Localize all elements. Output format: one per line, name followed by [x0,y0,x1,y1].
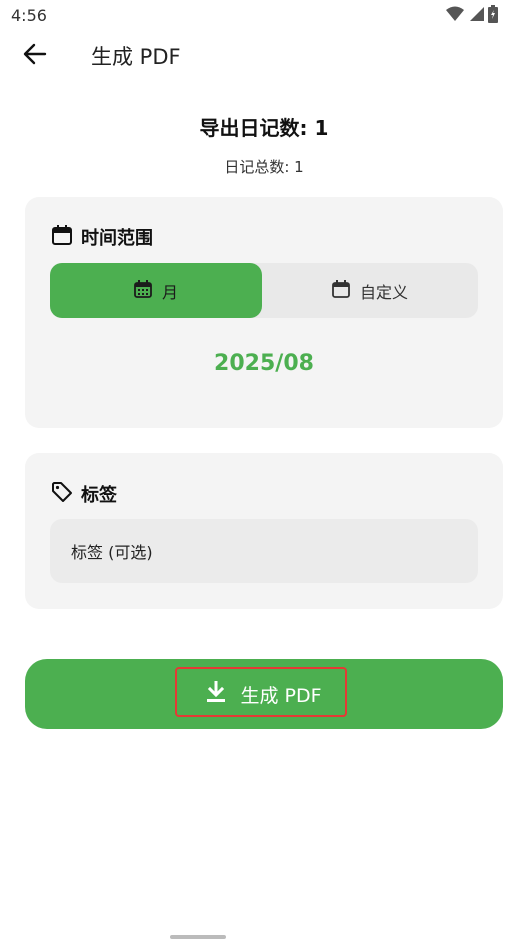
segment-custom-label: 自定义 [359,282,408,302]
range-segmented-control: 月 自定义 [50,263,478,318]
signal-icon [468,6,484,22]
segment-month[interactable]: 月 [50,263,262,318]
generate-pdf-content: 生成 PDF [25,659,503,729]
app-bar: 生成 PDF [0,30,528,80]
time-range-header: 时间范围 [51,224,153,250]
selected-range-value[interactable]: 2025/08 [25,351,503,376]
arrow-left-icon [23,43,47,69]
time-range-title: 时间范围 [81,228,153,249]
export-count-title: 导出日记数: 1 [199,116,329,140]
tags-input[interactable]: 标签 (可选) [50,519,478,583]
calendar-custom-icon [332,279,350,302]
calendar-icon [51,224,73,250]
tags-header: 标签 [51,481,117,507]
time-range-card: 时间范围 月 自定义 2025/08 [25,197,503,428]
generate-pdf-button[interactable]: 生成 PDF [25,659,503,729]
calendar-month-icon [134,279,152,302]
battery-icon [488,5,498,23]
page-title: 生成 PDF [91,45,181,69]
wifi-icon [446,6,464,22]
download-icon [206,680,226,708]
status-time: 4:56 [11,6,47,25]
segment-month-label: 月 [161,282,178,302]
generate-pdf-label: 生成 PDF [240,684,322,707]
back-button[interactable] [20,42,50,70]
tag-icon [51,481,73,507]
segment-custom[interactable]: 自定义 [262,263,478,318]
home-indicator [170,935,226,939]
tags-title: 标签 [81,485,117,506]
screen: 4:56 生成 PDF 导出日记数: 1 日记总数: 1 时间范围 月 自定义 … [0,0,528,939]
tags-card: 标签 标签 (可选) [25,453,503,609]
tags-input-placeholder: 标签 (可选) [71,543,153,562]
total-count-text: 日记总数: 1 [224,158,304,176]
status-icons [446,5,498,23]
status-bar: 4:56 [0,0,528,30]
